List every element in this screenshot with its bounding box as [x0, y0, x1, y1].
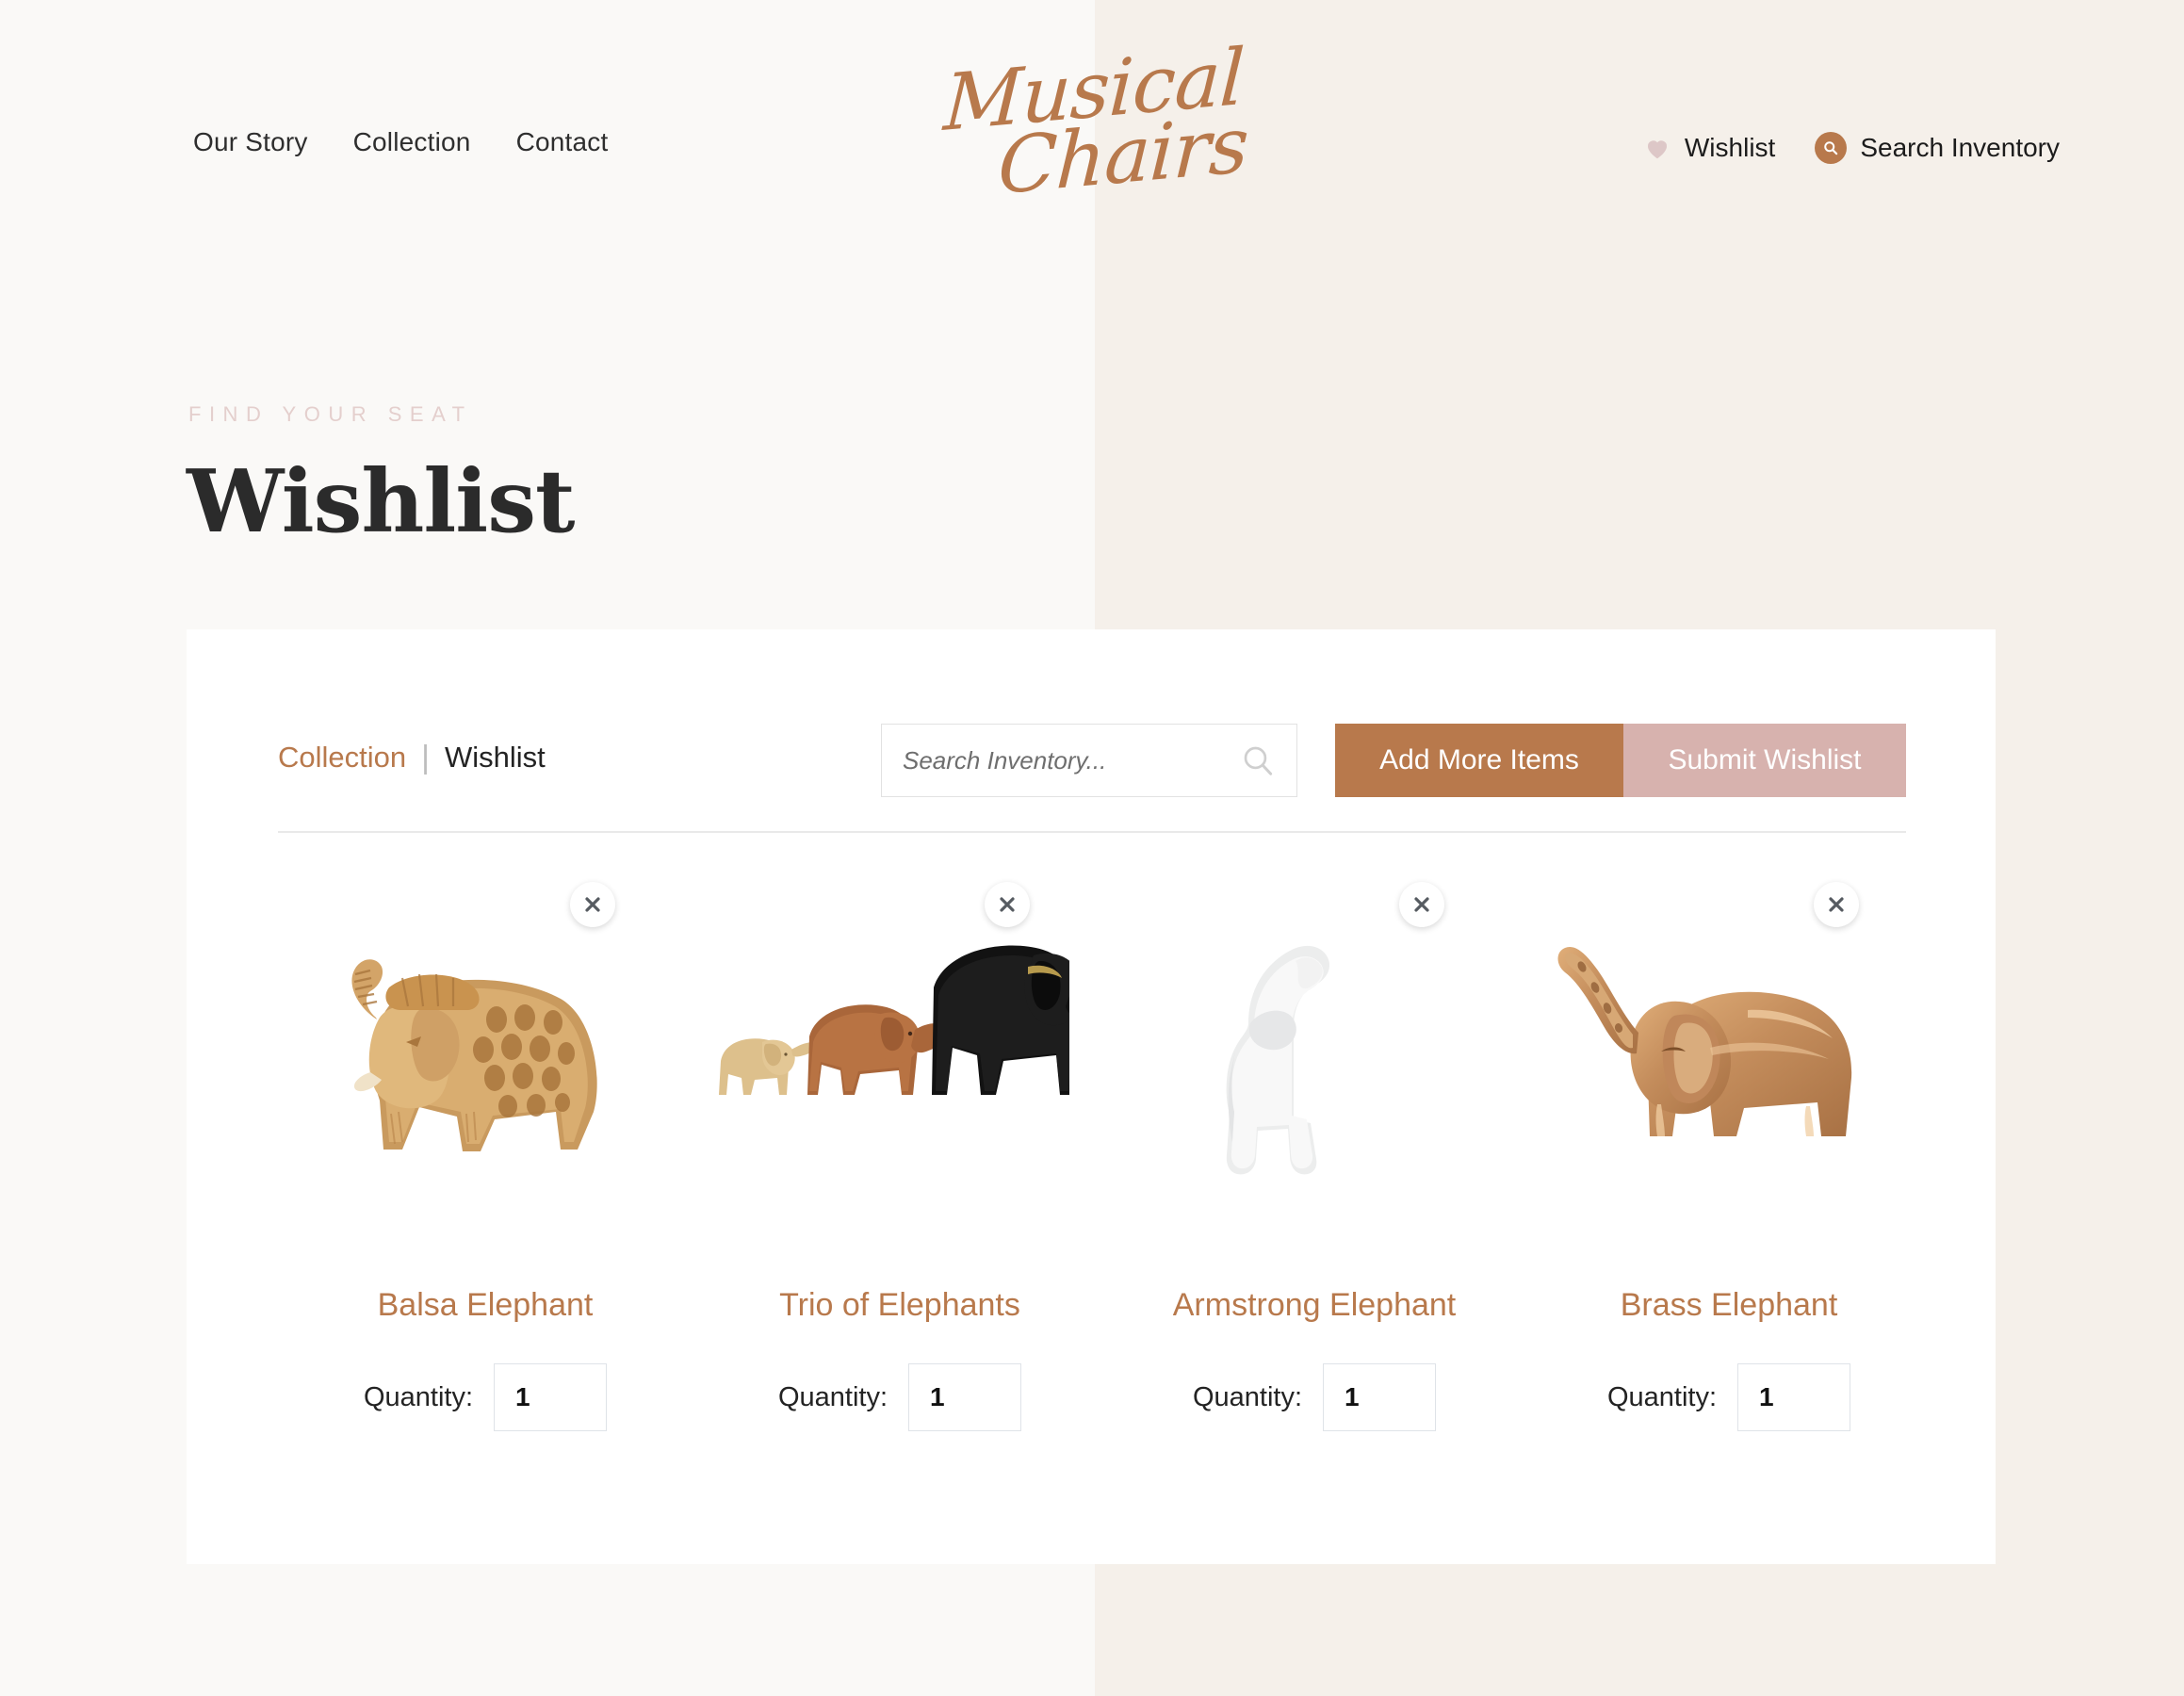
- search-icon: [1815, 132, 1848, 164]
- product-name[interactable]: Brass Elephant: [1522, 1287, 1936, 1324]
- wishlist-item-card: Trio of Elephants Quantity:: [693, 876, 1107, 1431]
- product-name[interactable]: Balsa Elephant: [278, 1287, 693, 1324]
- wishlist-items-grid: Balsa Elephant Quantity: 1 Trio of Eleph…: [278, 876, 1936, 1431]
- product-thumbnail-wrap: [1107, 876, 1484, 1253]
- product-thumbnail-wrap: [1522, 876, 1899, 1253]
- quantity-label: Quantity:: [1606, 1381, 1718, 1412]
- breadcrumb-collection-link[interactable]: Collection: [278, 741, 406, 775]
- wishlist-toolbar: Collection | Wishlist Add More Items Sub…: [278, 724, 1906, 799]
- nav-item-our-story[interactable]: Our Story: [193, 127, 308, 157]
- product-image-trio-of-elephants[interactable]: [693, 876, 1069, 1253]
- quantity-input[interactable]: [908, 1363, 1022, 1431]
- quantity-input[interactable]: [1737, 1363, 1851, 1431]
- wishlist-panel: Collection | Wishlist Add More Items Sub…: [187, 629, 1996, 1564]
- add-more-items-button[interactable]: Add More Items: [1335, 724, 1623, 797]
- primary-nav: Our Story Collection Contact: [193, 127, 608, 157]
- breadcrumb-separator: |: [421, 740, 430, 775]
- page-title: Wishlist: [187, 450, 576, 552]
- quantity-row: Quantity:: [693, 1363, 1107, 1431]
- nav-item-collection[interactable]: Collection: [353, 127, 471, 157]
- quantity-row: Quantity:: [278, 1363, 693, 1431]
- remove-item-button[interactable]: [985, 882, 1030, 927]
- wishlist-item-card: Armstrong Elephant Quantity:: [1107, 876, 1522, 1431]
- product-name[interactable]: Armstrong Elephant: [1107, 1287, 1522, 1324]
- product-thumbnail-wrap: [278, 876, 655, 1253]
- close-icon: [1414, 897, 1429, 912]
- product-image-balsa-elephant[interactable]: [278, 876, 655, 1253]
- close-icon: [1829, 897, 1844, 912]
- search-input[interactable]: [882, 745, 1240, 775]
- quantity-row: Quantity:: [1522, 1363, 1936, 1431]
- quantity-input[interactable]: [1323, 1363, 1437, 1431]
- brand-logo[interactable]: Musical Chairs: [931, 32, 1254, 212]
- quantity-input[interactable]: [494, 1363, 608, 1431]
- header-wishlist-label: Wishlist: [1684, 133, 1776, 162]
- page-eyebrow: FIND YOUR SEAT: [188, 402, 473, 426]
- quantity-row: Quantity:: [1107, 1363, 1522, 1431]
- product-name[interactable]: Trio of Elephants: [693, 1287, 1107, 1324]
- page-root: Our Story Collection Contact Musical Cha…: [0, 0, 2184, 1696]
- remove-item-button[interactable]: [1399, 882, 1444, 927]
- nav-item-contact[interactable]: Contact: [516, 127, 609, 157]
- submit-wishlist-button[interactable]: Submit Wishlist: [1623, 724, 1906, 797]
- remove-item-button[interactable]: [570, 882, 615, 927]
- breadcrumb-current: Wishlist: [444, 741, 546, 774]
- search-glass-icon: [1824, 141, 1838, 155]
- breadcrumb: Collection | Wishlist: [278, 741, 546, 775]
- toolbar-divider: [278, 831, 1906, 833]
- product-image-brass-elephant[interactable]: [1522, 876, 1899, 1253]
- header-wishlist-button[interactable]: Wishlist: [1643, 133, 1775, 163]
- header-search-inventory-button[interactable]: Search Inventory: [1815, 132, 2060, 164]
- close-icon: [1000, 897, 1015, 912]
- close-icon: [585, 897, 600, 912]
- product-image-armstrong-elephant[interactable]: [1107, 876, 1484, 1253]
- remove-item-button[interactable]: [1814, 882, 1859, 927]
- header-actions: Wishlist Search Inventory: [1643, 132, 2060, 164]
- search-icon[interactable]: [1240, 742, 1276, 778]
- site-header: Our Story Collection Contact Musical Cha…: [0, 0, 2184, 283]
- inventory-search-box[interactable]: [881, 724, 1297, 797]
- quantity-label: Quantity:: [1192, 1381, 1303, 1412]
- heart-icon: [1647, 140, 1667, 159]
- wishlist-item-card: Brass Elephant Quantity:: [1522, 876, 1936, 1431]
- header-search-label: Search Inventory: [1860, 133, 2060, 162]
- wishlist-item-card: Balsa Elephant Quantity:: [278, 876, 693, 1431]
- brand-logo-wrap: Musical Chairs: [0, 32, 2184, 212]
- product-thumbnail-wrap: [693, 876, 1069, 1253]
- quantity-label: Quantity:: [777, 1381, 888, 1412]
- quantity-label: Quantity:: [363, 1381, 474, 1412]
